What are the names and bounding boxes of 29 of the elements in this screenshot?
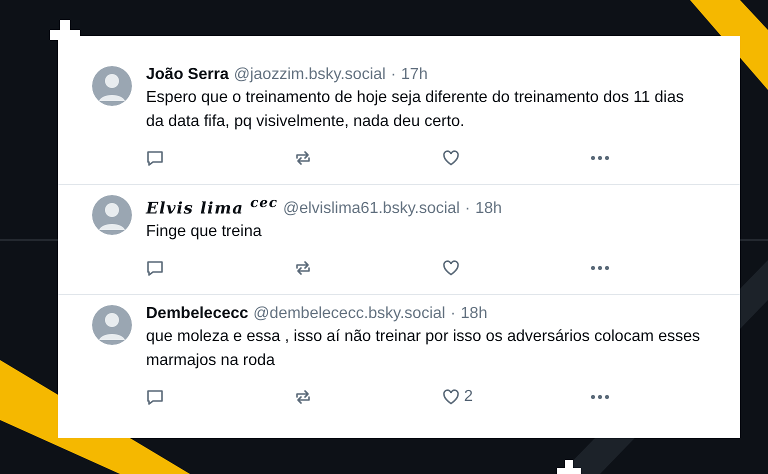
author-handle[interactable]: @jaozzim.bsky.social xyxy=(234,66,386,84)
author-handle[interactable]: @elvislima61.bsky.social xyxy=(282,200,460,218)
post-time: 18h xyxy=(475,200,502,218)
like-count: 2 xyxy=(464,388,473,406)
author-name[interactable]: João Serra xyxy=(146,66,229,84)
plus-decoration xyxy=(557,460,581,474)
author-handle[interactable]: @dembelececc.bsky.social xyxy=(253,305,446,324)
more-icon[interactable] xyxy=(590,155,610,161)
reply-icon[interactable] xyxy=(146,149,164,167)
reply-icon[interactable] xyxy=(146,388,164,406)
repost-icon[interactable] xyxy=(294,149,312,167)
post-text: Finge que treina xyxy=(146,222,263,242)
post-text: Espero que o treinamento de hoje seja diferente do treinamento dos 11 dias da data fifa, pq visivelmente, nada deu certo. xyxy=(146,88,685,132)
more-icon[interactable] xyxy=(590,265,610,272)
dot-separator: · xyxy=(450,305,456,324)
dot-separator: · xyxy=(464,200,470,218)
reply-icon[interactable] xyxy=(146,259,164,278)
post-text: que moleza e essa , isso aí não treinar por isso os adversários colocam esses marmajos na roda xyxy=(146,327,702,372)
heart-icon[interactable] xyxy=(442,388,460,406)
more-icon[interactable] xyxy=(590,394,610,400)
heart-icon[interactable] xyxy=(442,259,460,278)
author-name[interactable]: Elvis lima $^{cec}$ xyxy=(146,195,278,218)
author-name[interactable]: Dembelececc xyxy=(146,305,248,324)
post-time: 18h xyxy=(460,305,488,324)
dot-separator: · xyxy=(390,66,396,84)
heart-icon[interactable] xyxy=(442,149,460,167)
repost-icon[interactable] xyxy=(294,259,312,278)
post-time: 17h xyxy=(401,66,428,84)
repost-icon[interactable] xyxy=(294,388,312,406)
